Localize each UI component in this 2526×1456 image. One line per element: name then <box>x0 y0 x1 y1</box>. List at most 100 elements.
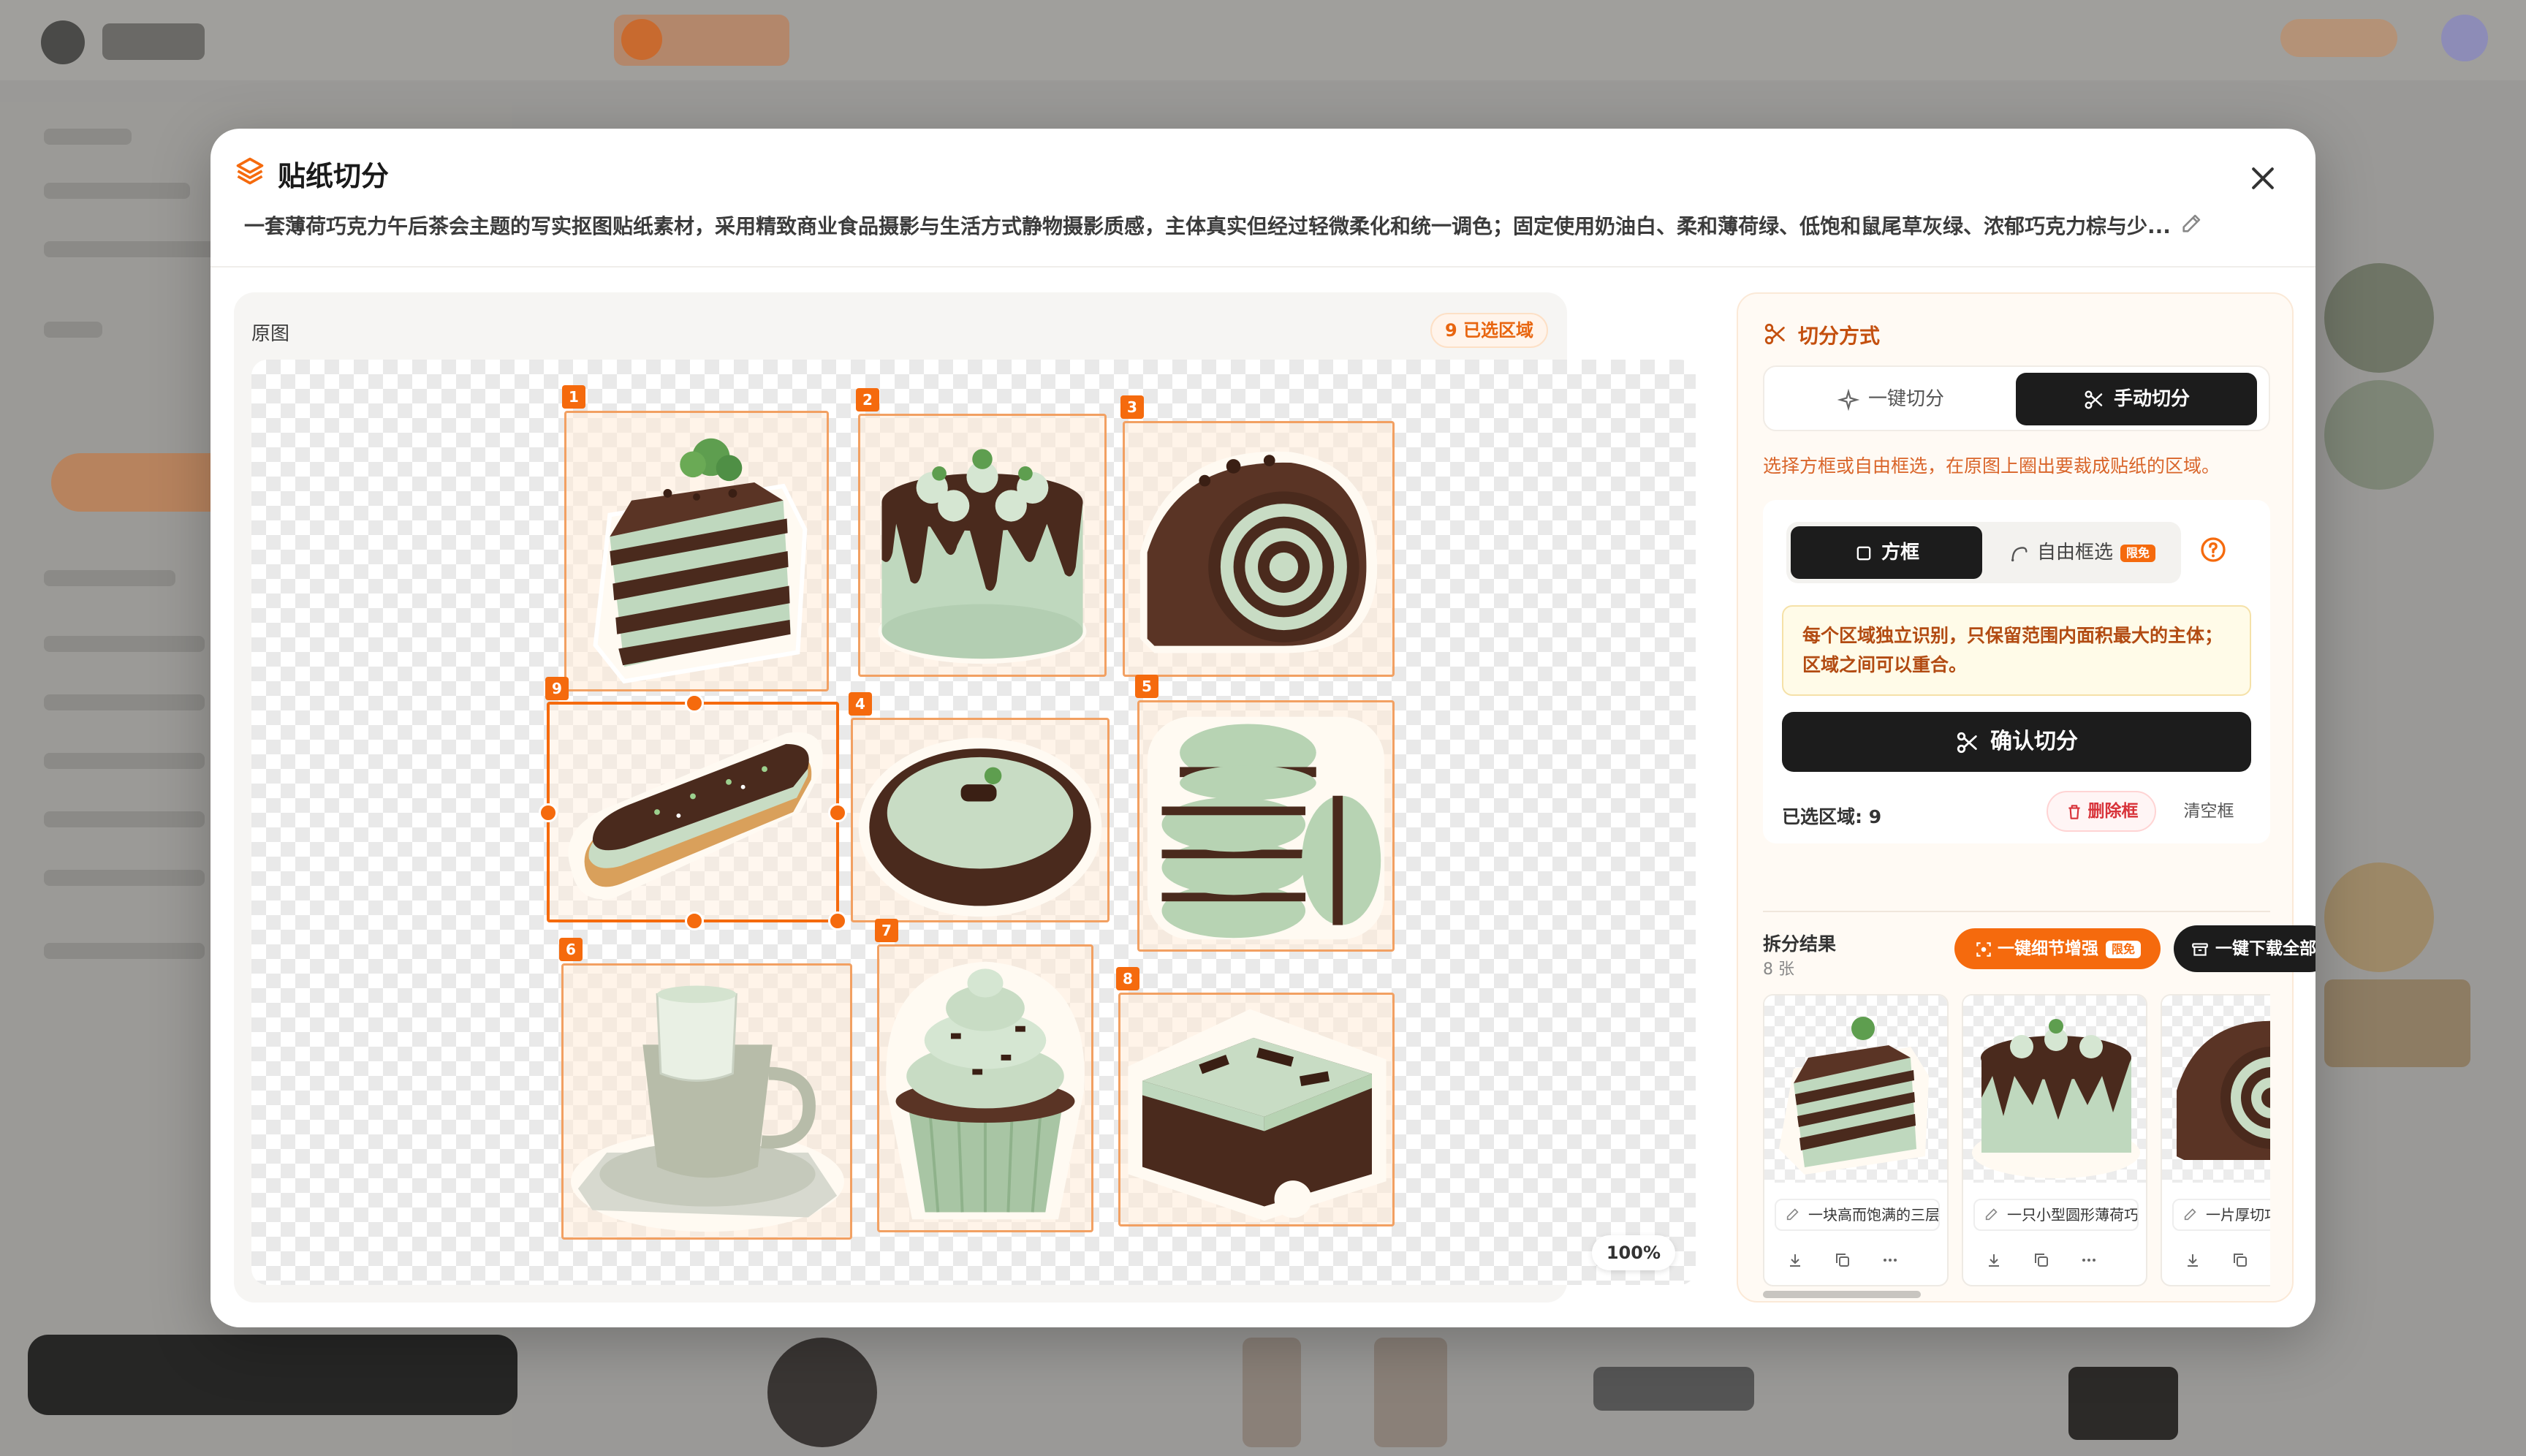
result-card[interactable]: 一只小型圆形薄荷巧克力淋面蛋糕 <box>1962 994 2147 1286</box>
background-sidebar-line <box>44 811 205 827</box>
sticker-region-5[interactable]: 5 <box>1135 675 1395 952</box>
tab-auto-split-label: 一键切分 <box>1867 388 1944 410</box>
sparkle-icon <box>1837 388 1859 411</box>
result-name-field[interactable]: 一只小型圆形薄荷巧克力淋面蛋糕 <box>1973 1199 2139 1231</box>
download-icon[interactable] <box>1985 1251 2003 1269</box>
result-thumbnail <box>2162 996 2270 1183</box>
download-icon[interactable] <box>1786 1251 1804 1269</box>
background-sidebar-line <box>44 570 175 586</box>
split-mode-tabs: 一键切分 手动切分 <box>1763 365 2270 431</box>
selection-tool-card: 方框 自由框选 限免 每个区域独立识别，只保留范围内面积最大的主体；区域之间可以重… <box>1763 500 2270 843</box>
lasso-icon <box>2011 546 2028 561</box>
tab-manual-split-label: 手动切分 <box>2113 388 2190 410</box>
background-thumbnail <box>1243 1338 1301 1447</box>
result-name-field[interactable]: 一片厚切巧克力薄荷蛋糕卷 <box>2172 1199 2270 1231</box>
delete-box-button[interactable]: 删除框 <box>2047 791 2156 832</box>
tab-manual-split[interactable]: 手动切分 <box>2016 373 2257 425</box>
sticker-region-4[interactable]: 4 <box>849 692 1110 922</box>
background-thumbnail <box>767 1338 877 1447</box>
background-logo <box>41 20 85 64</box>
result-thumbnail <box>1963 996 2146 1183</box>
result-card[interactable]: 一片厚切巧克力薄荷蛋糕卷 <box>2161 994 2270 1286</box>
selected-region-count: 已选区域: 9 <box>1782 806 1882 827</box>
results-title: 拆分结果 <box>1763 933 1837 955</box>
sticker-region-7[interactable]: 7 <box>875 919 1093 1232</box>
download-all-button[interactable]: 一键下载全部 <box>2174 925 2316 972</box>
background-sidebar-line <box>44 241 234 257</box>
selection-shape-tabs: 方框 自由框选 限免 <box>1786 522 2181 583</box>
copy-icon[interactable] <box>2231 1251 2249 1269</box>
background-right-column <box>2324 190 2470 1286</box>
background-header-button <box>2280 19 2397 57</box>
original-image-panel: 原图 9 已选区域 1 2 3 9 4 5 6 7 8 100% <box>234 292 1696 1303</box>
resize-handle[interactable] <box>828 803 847 822</box>
sticker-region-9[interactable]: 9 <box>539 677 847 930</box>
results-scrollbar-thumb[interactable] <box>1763 1291 1921 1298</box>
swiss-roll-image <box>1139 451 1378 653</box>
split-method-title: 切分方式 <box>1798 324 1881 348</box>
more-icon[interactable] <box>1881 1251 1899 1269</box>
macaron-stack-image <box>1147 716 1385 940</box>
tab-auto-split[interactable]: 一键切分 <box>1770 373 2011 425</box>
result-actions <box>1985 1251 2131 1273</box>
result-name: 一片厚切巧克力薄荷蛋糕卷 <box>2206 1206 2270 1224</box>
sticker-region-1[interactable]: 1 <box>562 385 829 691</box>
results-strip: 一块高而饱满的三层薄荷巧克力蛋糕 <box>1763 994 2270 1286</box>
sticker-region-6[interactable]: 6 <box>559 938 852 1240</box>
background-thumbnail <box>2324 979 2470 1067</box>
modal-title: 贴纸切分 <box>278 160 390 192</box>
delete-box-label: 删除框 <box>2087 802 2139 821</box>
tab-freeform[interactable]: 自由框选 限免 <box>1988 526 2177 579</box>
image-canvas[interactable]: 1 2 3 9 4 5 6 7 8 100% <box>251 360 1696 1285</box>
edit-pencil-icon <box>1985 1208 1998 1221</box>
archive-icon <box>2192 942 2208 956</box>
tab-rectangle[interactable]: 方框 <box>1791 526 1982 579</box>
sticker-region-8[interactable]: 8 <box>1116 967 1395 1226</box>
background-avatar <box>2441 15 2488 61</box>
download-icon[interactable] <box>2184 1251 2201 1269</box>
selected-region-badge: 9 已选区域 <box>1430 313 1548 348</box>
background-thumbnail <box>1374 1338 1447 1447</box>
square-icon <box>1856 546 1871 560</box>
background-thumbnail <box>2324 862 2434 972</box>
clear-boxes-button[interactable]: 清空框 <box>2172 791 2245 832</box>
sticker-region-3[interactable]: 3 <box>1120 395 1395 677</box>
copy-icon[interactable] <box>2033 1251 2050 1269</box>
split-method-panel: 切分方式 一键切分 手动切分 选择方框或自由框选，在原图上圈出要裁成贴纸的区域。… <box>1737 292 2316 1303</box>
background-sidebar-line <box>44 753 205 769</box>
result-actions <box>1786 1251 1933 1273</box>
result-name-field[interactable]: 一块高而饱满的三层薄荷巧克力蛋糕 <box>1775 1199 1940 1231</box>
result-card[interactable]: 一块高而饱满的三层薄荷巧克力蛋糕 <box>1763 994 1949 1286</box>
results-scrollbar[interactable] <box>1763 1291 2270 1298</box>
region-number: 6 <box>559 938 583 961</box>
zoom-level-badge[interactable]: 100% <box>1591 1235 1675 1270</box>
mint-brownie-image <box>1128 1009 1387 1221</box>
confirm-split-button[interactable]: 确认切分 <box>1782 712 2251 772</box>
region-number: 1 <box>562 385 585 409</box>
section-divider <box>1763 911 2270 912</box>
mint-latte-cup-image <box>571 985 844 1232</box>
modal-description: 一套薄荷巧克力午后茶会主题的写实抠图贴纸素材，采用精致商业食品摄影与生活方式静物… <box>244 214 2171 238</box>
sticker-region-2[interactable]: 2 <box>856 388 1107 677</box>
resize-handle[interactable] <box>828 911 847 930</box>
results-count: 8 张 <box>1763 960 1794 979</box>
close-icon[interactable] <box>2247 162 2279 194</box>
background-thumbnail <box>1593 1367 1754 1411</box>
layer-cake-slice-image <box>593 438 808 684</box>
resize-handle[interactable] <box>685 694 704 713</box>
resize-handle[interactable] <box>685 911 704 930</box>
background-tab-icon <box>621 19 662 60</box>
region-number: 3 <box>1120 395 1144 419</box>
copy-icon[interactable] <box>1834 1251 1851 1269</box>
enhance-details-button[interactable]: 一键细节增强 限免 <box>1954 928 2161 969</box>
resize-handle[interactable] <box>539 803 558 822</box>
more-icon[interactable] <box>2080 1251 2098 1269</box>
background-sidebar-line <box>44 694 205 710</box>
background-sidebar-line <box>44 943 205 959</box>
enhance-details-label: 一键细节增强 <box>1997 939 2098 958</box>
help-icon[interactable] <box>2199 535 2228 564</box>
sticker-split-modal: 贴纸切分 一套薄荷巧克力午后茶会主题的写实抠图贴纸素材，采用精致商业食品摄影与生… <box>210 129 2316 1327</box>
scissors-icon <box>1764 323 1785 345</box>
edit-pencil-icon[interactable] <box>2180 211 2204 235</box>
result-name: 一块高而饱满的三层薄荷巧克力蛋糕 <box>1808 1206 1940 1224</box>
